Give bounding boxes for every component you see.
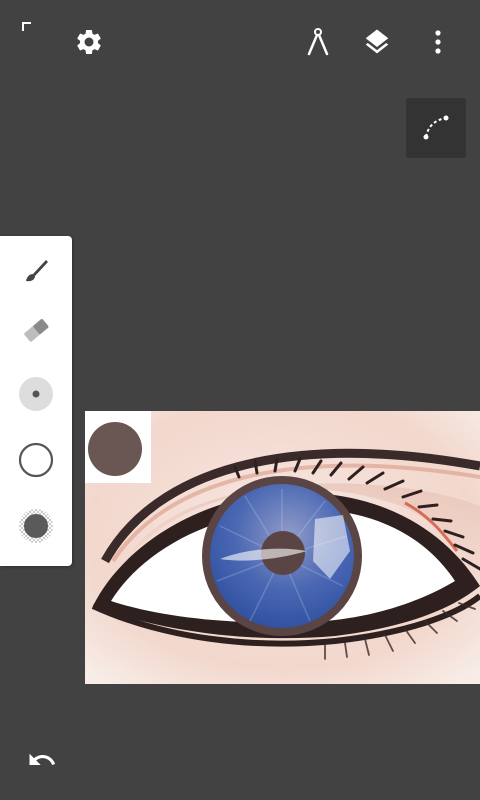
- curve-icon: [423, 115, 449, 140]
- eraser-tool-button[interactable]: [12, 306, 60, 354]
- brush-size-button[interactable]: [12, 370, 60, 418]
- eraser-icon: [24, 319, 49, 342]
- color-circle-icon: [19, 509, 53, 543]
- settings-icon: [77, 29, 101, 54]
- color-picker-button[interactable]: [12, 502, 60, 550]
- ruler-button[interactable]: [294, 18, 342, 66]
- curve-tool-button[interactable]: [406, 98, 466, 158]
- more-vert-icon: [435, 30, 441, 54]
- fullscreen-corner-icon[interactable]: [22, 22, 31, 31]
- undo-icon: [29, 753, 56, 765]
- opacity-button[interactable]: [12, 436, 60, 484]
- more-options-button[interactable]: [414, 18, 462, 66]
- settings-button[interactable]: [65, 18, 113, 66]
- current-color-swatch[interactable]: [88, 422, 142, 476]
- brush-size-icon: [19, 377, 53, 411]
- layers-button[interactable]: [353, 18, 401, 66]
- brush-icon: [26, 260, 48, 282]
- opacity-circle-icon: [18, 442, 54, 478]
- undo-button[interactable]: [18, 736, 66, 784]
- ruler-icon: [307, 28, 329, 56]
- tool-panel: [0, 236, 72, 566]
- brush-tool-button[interactable]: [12, 246, 60, 294]
- layers-icon: [365, 29, 389, 54]
